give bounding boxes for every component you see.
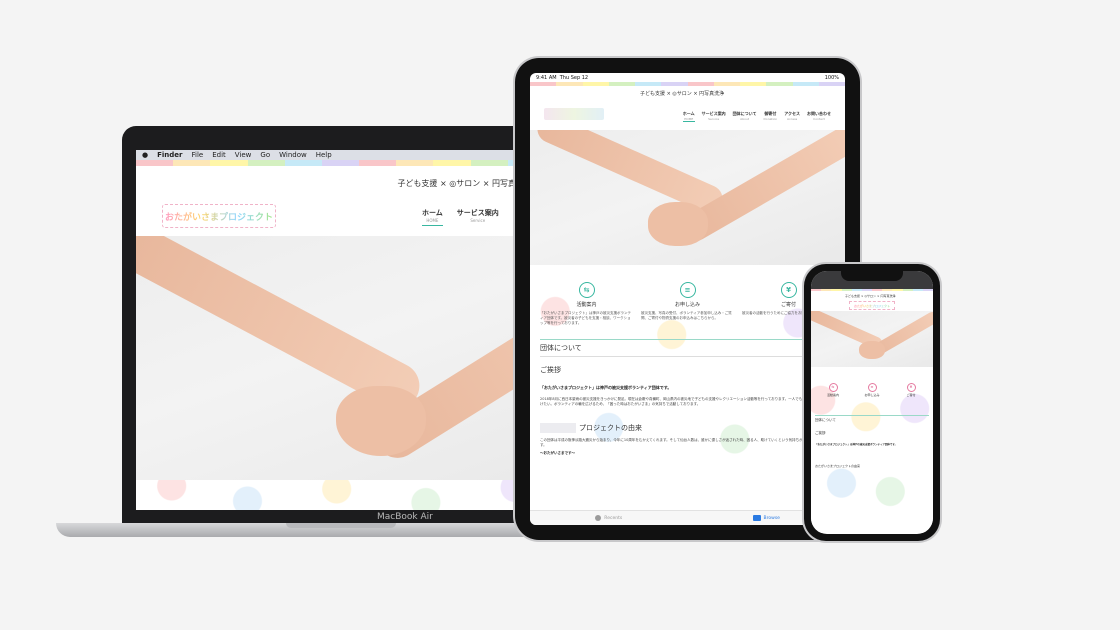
apple-menu-icon[interactable]: ● xyxy=(142,151,148,159)
ipad-status-bar: 9:41 AM Thu Sep 12 100% xyxy=(530,73,845,82)
menu-go[interactable]: Go xyxy=(260,151,270,159)
handshake-icon: ⇆ xyxy=(578,282,595,298)
greeting-body: 2018年8月に西日本豪雨の被災支援をきっかけに発足。現在は倉敷や真備町、岡山県… xyxy=(540,397,834,406)
origin-sign: 〜おたがいさまです〜 xyxy=(540,451,575,455)
service-cards: ⇆ 活動案内 ≡ お申し込み ¥ ご寄付 xyxy=(815,373,929,397)
hero-clasped-hands xyxy=(336,386,426,456)
ipad-tab-bar: Recents Browse xyxy=(530,510,845,525)
menu-finder[interactable]: Finder xyxy=(157,151,182,159)
nav-service[interactable]: サービス案内 Service xyxy=(457,208,499,226)
status-battery: 100% xyxy=(824,74,839,81)
service-cards: ⇆ 活動案内 「おたがいさまプロジェクト」は神戸の被災支援ボランティア団体です。… xyxy=(540,277,835,331)
origin-heading: プロジェクトの由来 xyxy=(540,423,835,433)
service-card-activity[interactable]: ⇆ 活動案内 xyxy=(815,373,851,397)
greeting-lead: 「おたがいさまプロジェクト」は神戸の被災支援ボランティア団体です。 xyxy=(540,385,672,390)
document-icon: ≡ xyxy=(679,282,696,298)
greeting-heading: ご挨拶 xyxy=(815,431,826,435)
main-nav: ホーム HOME サービス案内 Service 団体について About 御寄付 Don… xyxy=(682,111,831,122)
hero-image xyxy=(530,130,845,265)
iphone-frame: 子ども支援 × ◎サロン × 円写真洗浄 おたがいさまプロジェクト ⇆ 活動案内… xyxy=(804,264,940,541)
service-card-donation[interactable]: ¥ ご寄付 xyxy=(893,373,929,397)
nav-contact[interactable]: お問い合わせ Contact xyxy=(807,111,831,122)
nav-access[interactable]: アクセス Access xyxy=(784,111,800,122)
header-tagline: 子ども支援 × ◎サロン × 円写真洗浄 xyxy=(397,179,532,188)
handshake-icon: ⇆ xyxy=(828,382,838,392)
folder-icon xyxy=(752,515,761,521)
origin-text: この団体は平成の阪神淡路大震災から始まり、今年に10周年をむかえてくれます。そし… xyxy=(540,438,831,447)
origin-heading: おたがいさまプロジェクトの由来 xyxy=(815,464,861,468)
ipad-screen: 9:41 AM Thu Sep 12 100% 子ども支援 × ◎サロン × 円… xyxy=(530,73,845,525)
service-text: 被災支援、写真の受付、ボランティア参加申し込み・ご質問、ご寄付や物資支援のお申込… xyxy=(641,311,732,320)
status-date: Thu Sep 12 xyxy=(559,74,589,81)
service-title: 活動案内 xyxy=(576,302,597,308)
nav-home[interactable]: ホーム HOME xyxy=(682,111,695,122)
service-card-apply[interactable]: ≡ お申し込み xyxy=(854,373,890,397)
site-logo[interactable] xyxy=(544,108,604,120)
site-header: 子ども支援 × ◎サロン × 円写真洗浄 ホーム HOME サービス案内 Servi… xyxy=(530,86,845,130)
service-text: 「おたがいさまプロジェクト」は神戸の被災支援ボランティア団体です。被災者の子ども… xyxy=(540,311,631,325)
site-header: 子ども支援 × ◎サロン × 円写真洗浄 おたがいさまプロジェクト xyxy=(811,291,933,311)
hero-clasped-hands xyxy=(648,202,708,246)
site-logo[interactable]: おたがいさまプロジェクト xyxy=(162,204,276,228)
iphone-notch xyxy=(841,271,903,281)
header-tagline: 子ども支援 × ◎サロン × 円写真洗浄 xyxy=(640,91,725,97)
header-tagline: 子ども支援 × ◎サロン × 円写真洗浄 xyxy=(845,294,896,298)
content-area: ⇆ 活動案内 「おたがいさまプロジェクト」は神戸の被災支援ボランティア団体です。… xyxy=(530,265,845,497)
yen-icon: ¥ xyxy=(906,382,916,392)
menu-edit[interactable]: Edit xyxy=(212,151,226,159)
clock-icon xyxy=(595,515,602,521)
content-area: ⇆ 活動案内 ≡ お申し込み ¥ ご寄付 団体について ご挨拶 「おたがいさまプ… xyxy=(811,367,933,533)
hero-image xyxy=(811,311,933,367)
about-heading: 団体について xyxy=(540,339,835,357)
about-heading: 団体について xyxy=(815,415,929,425)
menu-window[interactable]: Window xyxy=(279,151,307,159)
hero-arm-left xyxy=(532,130,728,218)
main-nav: ホーム HOME サービス案内 Service 団 xyxy=(422,208,520,226)
site-logo[interactable]: おたがいさまプロジェクト xyxy=(849,301,895,310)
nav-home[interactable]: ホーム HOME xyxy=(422,208,443,226)
greeting-lead: 「おたがいさまプロジェクト」は神戸の被災支援ボランティア団体です。 xyxy=(815,443,898,446)
status-time: 9:41 AM xyxy=(536,74,557,81)
document-icon: ≡ xyxy=(867,382,877,392)
logo-text: おたがいさまプロジェクト xyxy=(165,210,273,223)
yen-icon: ¥ xyxy=(780,282,797,298)
macbook-label: MacBook Air xyxy=(377,512,433,522)
origin-logo-placeholder xyxy=(540,423,576,433)
tab-recents[interactable]: Recents xyxy=(530,511,688,525)
nav-service[interactable]: サービス案内 Service xyxy=(702,111,726,122)
service-title: お申し込み xyxy=(674,302,700,308)
greeting-heading: ご挨拶 xyxy=(540,366,561,374)
service-card-apply[interactable]: ≡ お申し込み 被災支援、写真の受付、ボランティア参加申し込み・ご質問、ご寄付や… xyxy=(641,277,734,331)
nav-donation[interactable]: 御寄付 Donation xyxy=(764,111,778,122)
menu-file[interactable]: File xyxy=(191,151,203,159)
hero-clasped-hands xyxy=(859,341,885,359)
menu-help[interactable]: Help xyxy=(316,151,332,159)
service-card-activity[interactable]: ⇆ 活動案内 「おたがいさまプロジェクト」は神戸の被災支援ボランティア団体です。… xyxy=(540,277,633,331)
nav-about[interactable]: 団体について About xyxy=(733,111,757,122)
menu-view[interactable]: View xyxy=(235,151,252,159)
iphone-screen: 子ども支援 × ◎サロン × 円写真洗浄 おたがいさまプロジェクト ⇆ 活動案内… xyxy=(811,271,933,534)
